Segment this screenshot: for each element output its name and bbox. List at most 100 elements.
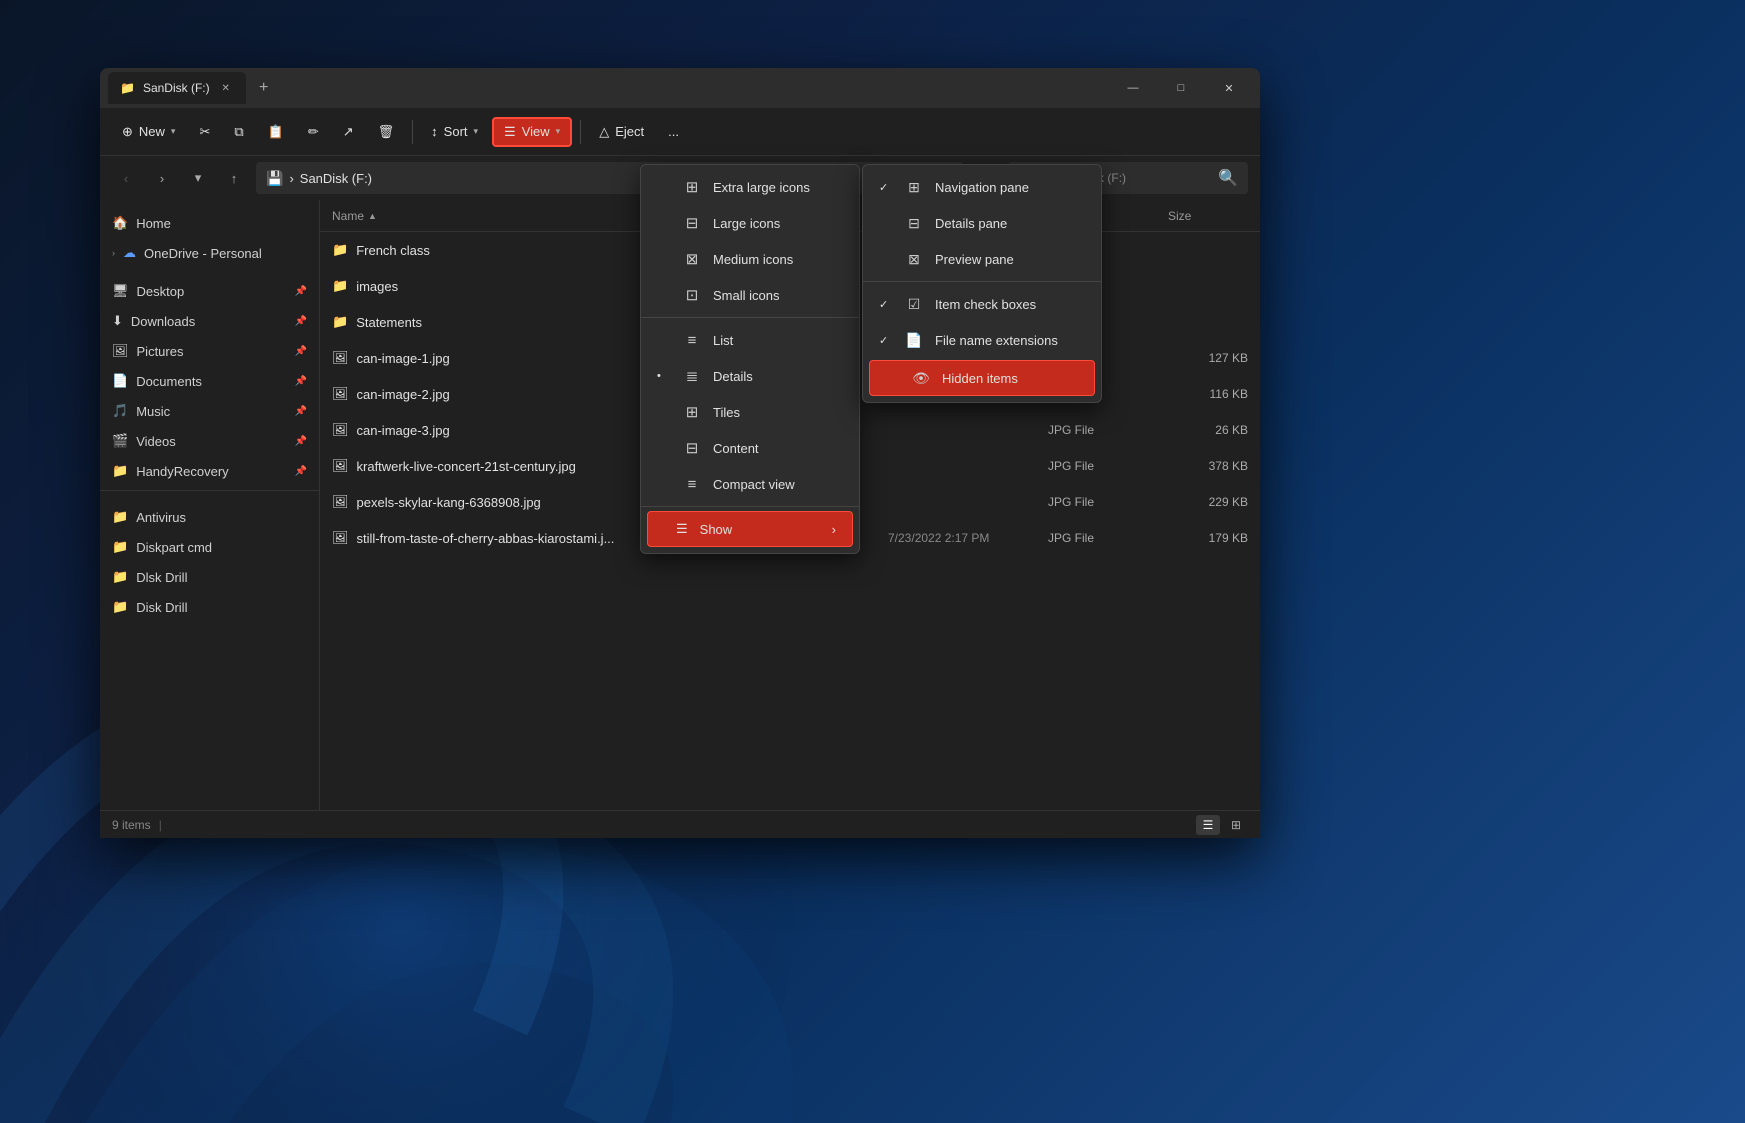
show-icon: ☰ [676,521,688,537]
sort-arrow-icon: ▲ [368,211,377,221]
sidebar-item-label: Videos [136,434,176,449]
cut-button[interactable]: ✂ [189,118,220,146]
delete-icon: 🗑 [378,124,395,140]
file-name: kraftwerk-live-concert-21st-century.jpg [357,459,576,474]
share-icon: ↗ [343,124,354,140]
window-controls: — □ ✕ [1110,72,1252,104]
eject-button[interactable]: △ Eject [589,118,654,146]
grid-view-toggle[interactable]: ⊞ [1224,815,1248,835]
file-name: still-from-taste-of-cherry-abbas-kiarost… [357,531,615,546]
file-date: 7/23/2022 2:17 PM [888,531,1048,545]
sidebar-item-handyrecovery[interactable]: 📁 HandyRecovery 📌 [100,456,319,486]
tab-folder-icon: 📁 [120,81,135,95]
item-checkboxes-item[interactable]: ✓ ☑ Item check boxes [863,286,1101,322]
list-item[interactable]: ≡ List [641,322,859,358]
details-pane-item[interactable]: ⊟ Details pane [863,205,1101,241]
title-bar: 📁 SanDisk (F:) ✕ + — □ ✕ [100,68,1260,108]
size-column-header[interactable]: Size [1168,209,1248,223]
file-icon: 📁 [332,278,348,294]
hidden-items-item[interactable]: 👁 Hidden items [869,360,1095,396]
forward-button[interactable]: › [148,164,176,192]
large-icons-item[interactable]: ⊟ Large icons [641,205,859,241]
back-button[interactable]: ‹ [112,164,140,192]
close-button[interactable]: ✕ [1206,72,1252,104]
sidebar-item-label: Disk Drill [136,600,187,615]
maximize-button[interactable]: □ [1158,72,1204,104]
small-icons-item[interactable]: ⊡ Small icons [641,277,859,313]
file-size: 116 KB [1168,387,1248,401]
extra-large-icons-item[interactable]: ⊞ Extra large icons [641,169,859,205]
paste-button[interactable]: 📋 [258,118,294,146]
pin-icon: 📌 [295,316,307,327]
recent-button[interactable]: ▾ [184,164,212,192]
view-button[interactable]: ☰ View ▾ [492,117,572,147]
sort-button[interactable]: ↕ Sort ▾ [421,118,488,145]
file-size: 127 KB [1168,351,1248,365]
copy-icon: ⧉ [234,124,243,140]
file-icon: 🖼 [332,530,349,546]
up-button[interactable]: ↑ [220,164,248,192]
drive-icon: 💾 [266,170,283,187]
details-pane-icon: ⊟ [905,215,923,232]
content-icon: ⊟ [683,439,701,457]
minimize-button[interactable]: — [1110,72,1156,104]
details-item[interactable]: • ≣ Details [641,358,859,394]
more-button[interactable]: ... [658,118,689,145]
file-name: pexels-skylar-kang-6368908.jpg [357,495,541,510]
new-tab-button[interactable]: + [250,74,278,102]
show-button[interactable]: ☰ Show › [647,511,853,547]
sidebar-item-dlskdrill[interactable]: 📁 Dlsk Drill [100,562,319,592]
copy-button[interactable]: ⧉ [224,118,253,146]
pin-icon: 📌 [295,286,307,297]
tab-close-button[interactable]: ✕ [218,80,234,96]
file-extensions-item[interactable]: ✓ 📄 File name extensions [863,322,1101,358]
file-size: 26 KB [1168,423,1248,437]
sidebar-item-downloads[interactable]: ⬇ Downloads 📌 [100,306,319,336]
preview-pane-item[interactable]: ⊠ Preview pane [863,241,1101,277]
navigation-pane-item[interactable]: ✓ ⊞ Navigation pane [863,169,1101,205]
sidebar-item-desktop[interactable]: 🖥 Desktop 📌 [100,276,319,306]
list-view-toggle[interactable]: ☰ [1196,815,1220,835]
share-button[interactable]: ↗ [333,118,364,146]
window-tab[interactable]: 📁 SanDisk (F:) ✕ [108,72,246,104]
compact-view-item[interactable]: ≡ Compact view [641,466,859,502]
sidebar-item-antivirus[interactable]: 📁 Antivirus [100,502,319,532]
rename-icon: ✏ [308,124,319,140]
pin-icon: 📌 [295,406,307,417]
delete-button[interactable]: 🗑 [368,118,405,146]
show-arrow-icon: › [832,522,836,537]
sidebar-item-documents[interactable]: 📄 Documents 📌 [100,366,319,396]
file-size: 229 KB [1168,495,1248,509]
file-icon: 🖼 [332,494,349,510]
new-button[interactable]: ⊕ New ▾ [112,118,185,146]
tiles-item[interactable]: ⊞ Tiles [641,394,859,430]
sidebar-item-videos[interactable]: 🎬 Videos 📌 [100,426,319,456]
sidebar-item-music[interactable]: 🎵 Music 📌 [100,396,319,426]
file-type: JPG File [1048,423,1168,437]
new-chevron-icon: ▾ [171,126,176,137]
details-icon: ≣ [683,367,701,385]
sidebar-item-diskdrill[interactable]: 📁 Disk Drill [100,592,319,622]
rename-button[interactable]: ✏ [298,118,329,146]
sidebar-item-label: HandyRecovery [136,464,229,479]
dropdown-divider [641,317,859,318]
sidebar-item-pictures[interactable]: 🖼 Pictures 📌 [100,336,319,366]
sidebar-item-label: Pictures [137,344,184,359]
sidebar-item-home[interactable]: 🏠 Home [100,208,319,238]
paste-icon: 📋 [268,124,284,140]
sidebar-item-diskpart[interactable]: 📁 Diskpart cmd [100,532,319,562]
small-icon: ⊡ [683,286,701,304]
file-name: can-image-2.jpg [357,387,450,402]
sidebar-item-label: Music [136,404,170,419]
file-type: JPG File [1048,495,1168,509]
file-name: Statements [356,315,422,330]
submenu-divider [863,281,1101,282]
pictures-icon: 🖼 [112,343,129,359]
sidebar-item-onedrive[interactable]: › ☁ OneDrive - Personal [100,238,319,268]
path-separator: › [289,171,293,186]
folder-icon: 📁 [112,539,128,555]
content-item[interactable]: ⊟ Content [641,430,859,466]
medium-icons-item[interactable]: ⊠ Medium icons [641,241,859,277]
sidebar-item-label: Documents [136,374,202,389]
toolbar-divider-2 [580,120,581,144]
